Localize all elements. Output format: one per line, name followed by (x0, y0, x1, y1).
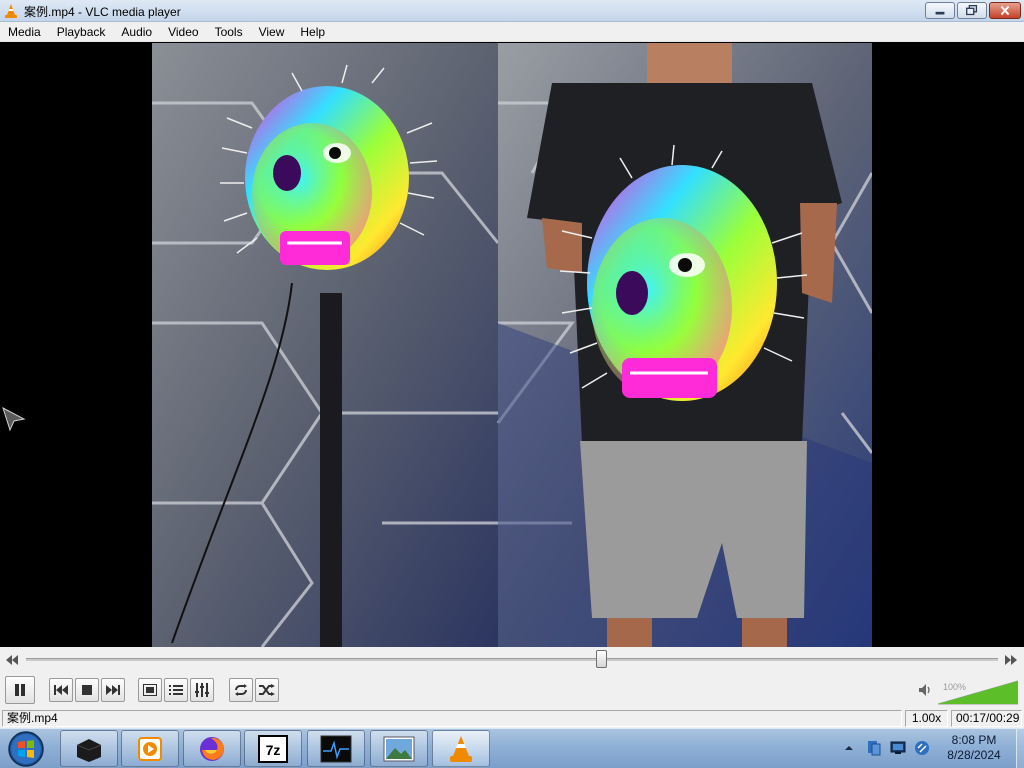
firefox-icon (200, 736, 224, 761)
7zip-label: 7z (266, 742, 281, 758)
volume-tray-icon[interactable] (914, 740, 930, 756)
previous-icon (54, 685, 68, 695)
vlc-cone-icon (5, 4, 17, 18)
fullscreen-icon (143, 684, 157, 696)
show-hidden-icons-icon[interactable] (844, 743, 854, 753)
next-icon (106, 685, 120, 695)
playback-speed[interactable]: 1.00x (905, 710, 948, 727)
volume-percent: 100% (943, 682, 967, 692)
loop-button[interactable] (229, 678, 253, 702)
menu-playback[interactable]: Playback (49, 22, 114, 42)
close-button[interactable] (989, 2, 1021, 19)
minimize-button[interactable] (925, 2, 955, 19)
taskbar-monitor-app[interactable] (307, 730, 365, 767)
status-bar: 案例.mp4 1.00x 00:17/00:29 (0, 709, 1024, 728)
video-content (152, 43, 872, 647)
taskbar-7zip[interactable]: 7z (244, 730, 302, 767)
seek-slider[interactable] (26, 658, 998, 661)
stop-icon (82, 685, 92, 695)
fullscreen-button[interactable] (138, 678, 162, 702)
video-display[interactable] (0, 43, 1024, 647)
menu-video[interactable]: Video (160, 22, 206, 42)
shuffle-button[interactable] (255, 678, 279, 702)
taskbar-vlc[interactable] (432, 730, 490, 767)
title-bar: 案例.mp4 - VLC media player (0, 0, 1024, 22)
clock-date: 8/28/2024 (947, 748, 1001, 762)
menu-help[interactable]: Help (292, 22, 333, 42)
close-icon (1000, 5, 1010, 16)
taskbar-firefox[interactable] (183, 730, 241, 767)
taskbar: 7z 8:08 PM 8/28/2024 (0, 728, 1024, 768)
restore-icon (966, 4, 978, 16)
next-button[interactable] (101, 678, 125, 702)
pulse-monitor-icon (320, 735, 352, 762)
speaker-icon[interactable] (917, 682, 933, 698)
time-display[interactable]: 00:17/00:29 (951, 710, 1022, 727)
status-filename: 案例.mp4 (2, 710, 902, 727)
restore-button[interactable] (957, 2, 987, 19)
playback-controls: 100% (0, 673, 1024, 709)
minimize-icon (935, 11, 945, 15)
previous-button[interactable] (49, 678, 73, 702)
black-box-icon (76, 738, 102, 762)
menu-audio[interactable]: Audio (113, 22, 160, 42)
equalizer-icon (195, 683, 209, 697)
clock-time: 8:08 PM (951, 733, 997, 747)
7zip-icon: 7z (258, 734, 288, 763)
window-title: 案例.mp4 - VLC media player (24, 5, 181, 19)
fast-forward-icon[interactable] (1004, 655, 1018, 665)
media-player-icon (138, 736, 162, 761)
vlc-cone-icon (450, 735, 472, 762)
playlist-icon (169, 685, 183, 695)
tray-app-icon[interactable] (866, 740, 882, 756)
network-icon[interactable] (890, 740, 906, 756)
seek-handle[interactable] (595, 650, 607, 668)
taskbar-terminal-app[interactable] (60, 730, 118, 767)
taskbar-image-viewer[interactable] (370, 730, 428, 767)
shuffle-icon (259, 684, 275, 696)
picture-icon (383, 736, 415, 761)
menu-media[interactable]: Media (0, 22, 49, 42)
show-desktop-button[interactable] (1016, 729, 1024, 768)
loop-icon (235, 684, 247, 696)
pause-button[interactable] (5, 676, 35, 704)
menu-tools[interactable]: Tools (207, 22, 251, 42)
rewind-icon[interactable] (5, 655, 19, 665)
video-frame (152, 43, 872, 647)
taskbar-media-app[interactable] (121, 730, 179, 767)
playlist-button[interactable] (164, 678, 188, 702)
mouse-cursor-icon (2, 406, 26, 431)
stop-button[interactable] (75, 678, 99, 702)
pause-icon (15, 684, 25, 696)
start-button-icon[interactable] (6, 730, 46, 768)
extended-settings-button[interactable] (190, 678, 214, 702)
seek-bar-row (0, 647, 1024, 673)
menu-view[interactable]: View (251, 22, 293, 42)
taskbar-clock[interactable]: 8:08 PM 8/28/2024 (934, 733, 1014, 763)
menu-bar: Media Playback Audio Video Tools View He… (0, 22, 1024, 42)
